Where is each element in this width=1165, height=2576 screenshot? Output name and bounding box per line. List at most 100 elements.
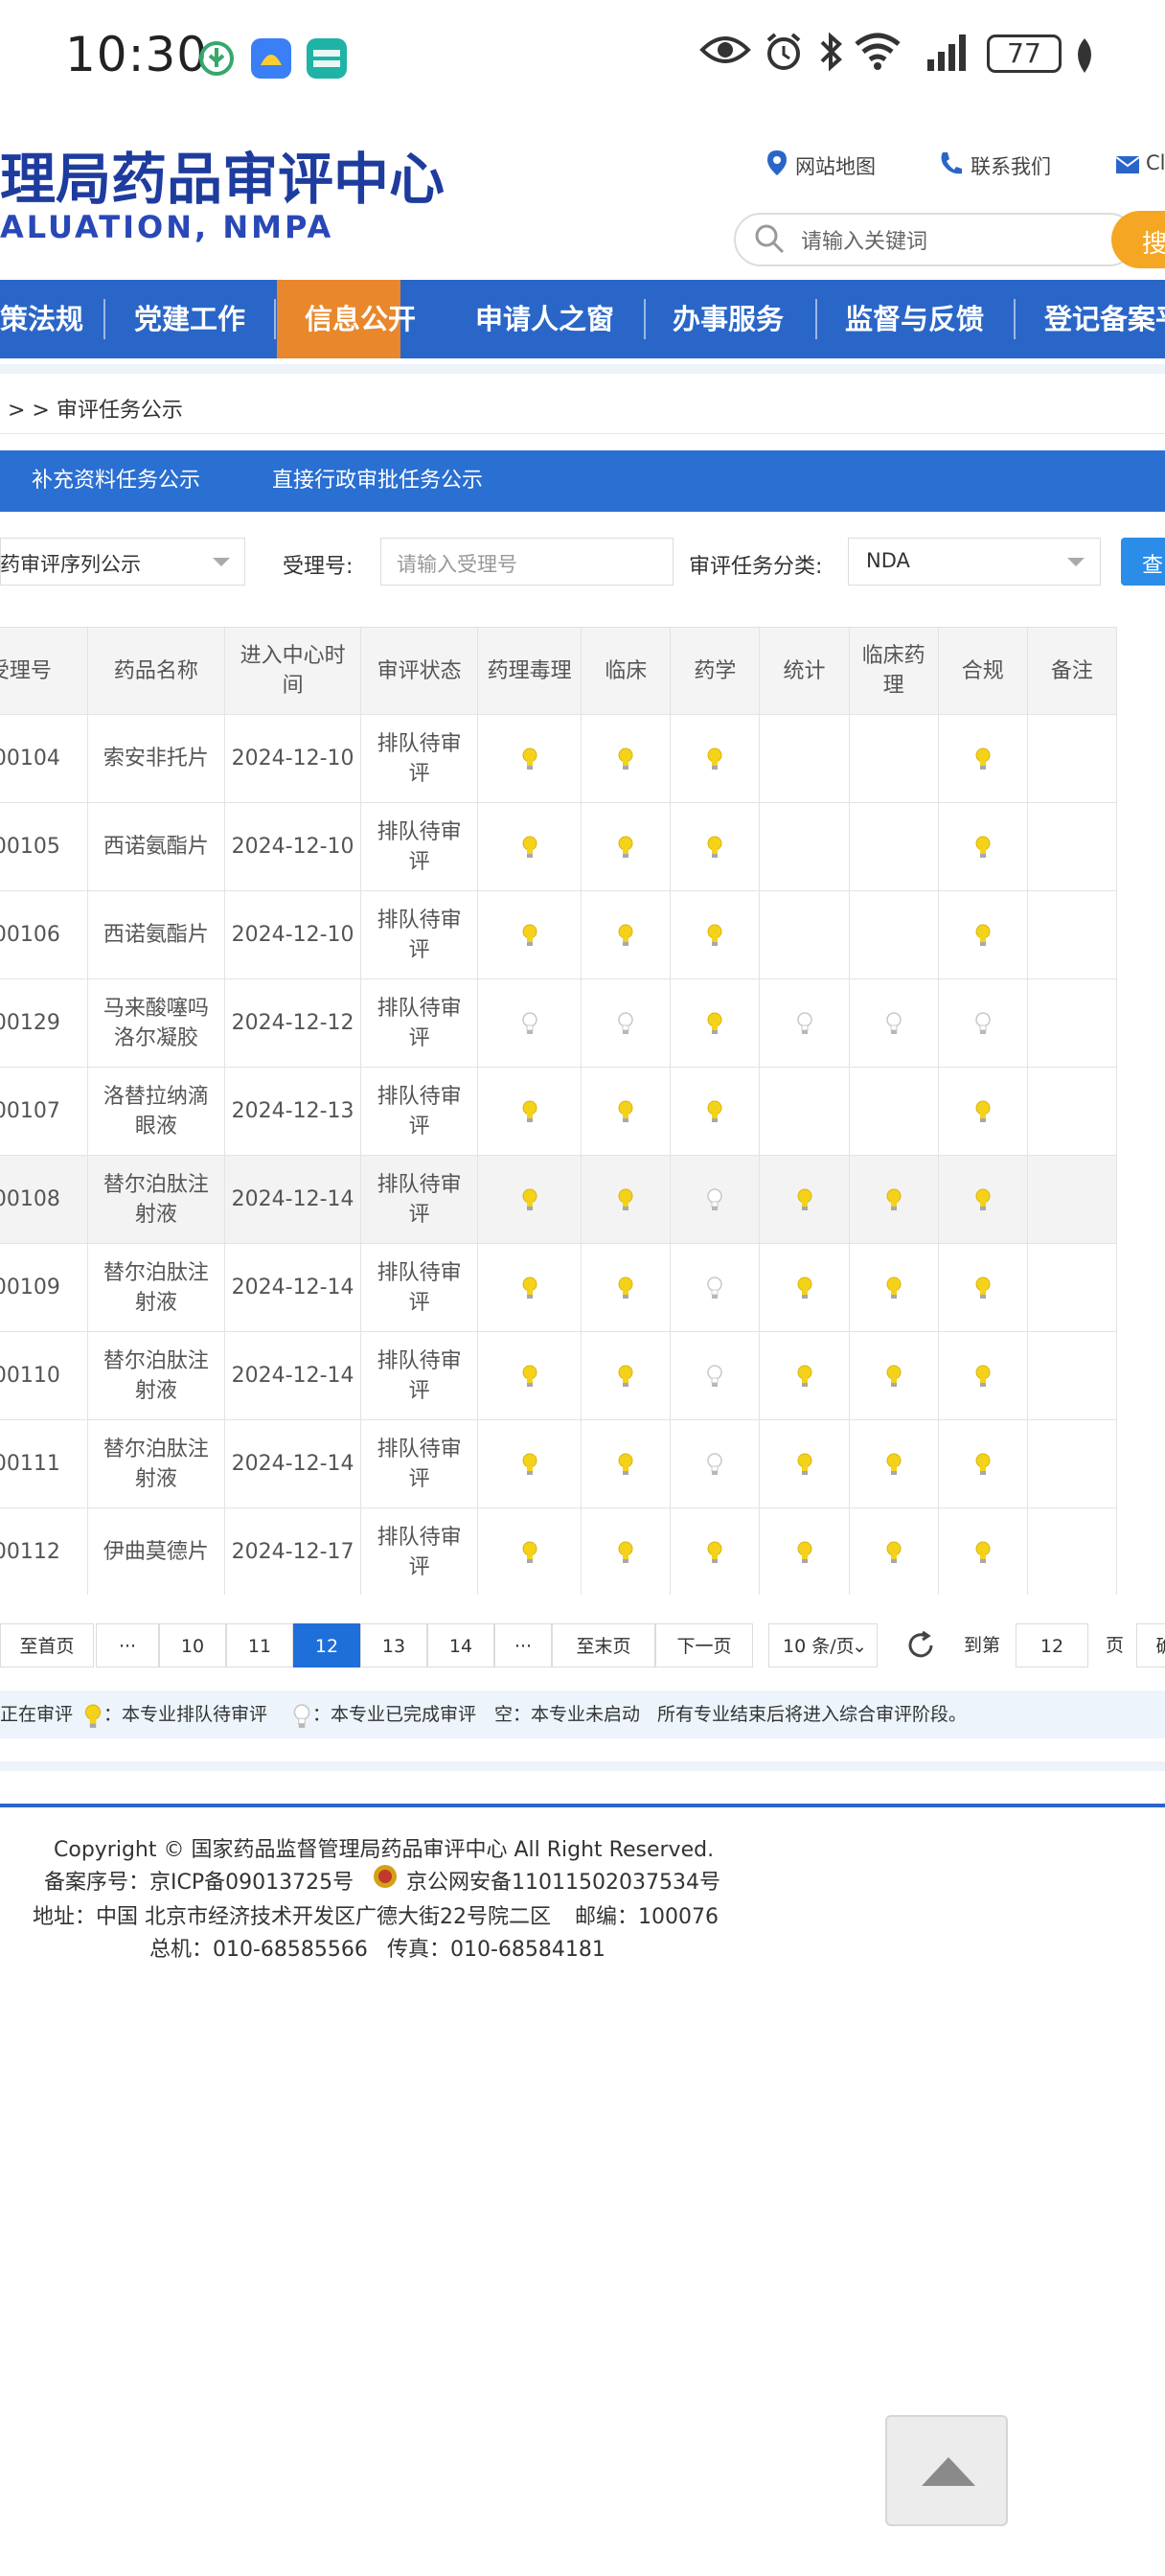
cell-discipline-status	[581, 1067, 672, 1156]
lightbulb-on-icon	[522, 1541, 537, 1563]
table-row[interactable]: 400109替尔泊肽注射液2024-12-14排队待审评	[0, 1243, 1118, 1332]
next-page-button[interactable]: 下一页	[655, 1623, 753, 1668]
confirm-page-button[interactable]: 确	[1136, 1623, 1165, 1668]
tab-supplementary[interactable]: 补充资料任务公示	[32, 450, 200, 512]
cell-discipline-status	[670, 1331, 761, 1420]
cell-discipline-status	[670, 1507, 761, 1595]
nav-item-registration[interactable]: 登记备案平	[1044, 280, 1165, 358]
status-time: 10:30	[65, 27, 209, 82]
table-row[interactable]: 400104索安非托片2024-12-10排队待审评	[0, 714, 1118, 803]
cell-discipline-status	[759, 1155, 850, 1244]
col-compliance: 合规	[937, 627, 1028, 715]
cell-discipline-status	[759, 1419, 850, 1508]
footer-police-record[interactable]: 京公网安备11011502037534号	[406, 1865, 720, 1896]
cell-discipline-status	[581, 1331, 672, 1420]
nav-item-policy[interactable]: 策法规	[0, 280, 83, 358]
cell-remarks	[1026, 714, 1118, 803]
lightbulb-on-icon	[797, 1453, 812, 1475]
eye-icon	[699, 31, 751, 73]
table-row[interactable]: 400129马来酸噻吗洛尔凝胶2024-12-12排队待审评	[0, 978, 1118, 1068]
nav-item-applicant[interactable]: 申请人之窗	[475, 280, 614, 358]
site-logo-title[interactable]: 理局药品审评中心	[0, 134, 445, 215]
breadcrumb[interactable]: > > 审评任务公示	[8, 393, 183, 424]
search-box[interactable]	[734, 213, 1136, 266]
goto-page-input[interactable]: 12	[1016, 1623, 1088, 1668]
cell-discipline-status	[848, 802, 939, 891]
cell-remarks	[1026, 1243, 1118, 1332]
table-row[interactable]: 400107洛替拉纳滴眼液2024-12-13排队待审评	[0, 1067, 1118, 1156]
lightbulb-on-icon	[797, 1541, 812, 1563]
cell-remarks	[1026, 978, 1118, 1068]
task-table-container: 受理号 药品名称 进入中心时间 审评状态 药理毒理 临床 药学 统计 临床药理 …	[0, 627, 1165, 1595]
nav-item-info-public[interactable]: 信息公开	[305, 280, 416, 358]
lightbulb-on-icon	[618, 1188, 633, 1210]
page-button[interactable]: 10	[159, 1623, 226, 1668]
footer-icp[interactable]: 备案序号：京ICP备09013725号	[44, 1865, 354, 1896]
cell-discipline-status	[848, 1243, 939, 1332]
refresh-icon[interactable]	[904, 1629, 937, 1666]
lightbulb-on-icon	[522, 836, 537, 858]
page-button[interactable]: 11	[226, 1623, 293, 1668]
table-row[interactable]: 400108替尔泊肽注射液2024-12-14排队待审评	[0, 1155, 1118, 1244]
table-row[interactable]: 400110替尔泊肽注射液2024-12-14排队待审评	[0, 1331, 1118, 1420]
lightbulb-on-icon	[707, 1541, 722, 1563]
arrow-up-icon	[922, 2457, 975, 2486]
table-row[interactable]: 400105西诺氨酯片2024-12-10排队待审评	[0, 802, 1118, 891]
lightbulb-on-icon	[707, 836, 722, 858]
nav-item-supervision[interactable]: 监督与反馈	[845, 280, 984, 358]
contact-link[interactable]: 联系我们	[971, 151, 1051, 180]
wifi-icon	[853, 31, 902, 77]
section-divider	[0, 364, 1165, 374]
lightbulb-on-icon	[886, 1453, 902, 1475]
search-input[interactable]: 请输入关键词	[801, 224, 927, 255]
cell-remarks	[1026, 1155, 1118, 1244]
cell-drug-name: 替尔泊肽注射液	[86, 1155, 225, 1244]
table-row[interactable]: 400111替尔泊肽注射液2024-12-14排队待审评	[0, 1419, 1118, 1508]
cell-discipline-status	[476, 1067, 582, 1156]
cell-discipline-status	[848, 1155, 939, 1244]
lightbulb-on-icon	[975, 836, 991, 858]
sitemap-link[interactable]: 网站地图	[795, 151, 876, 180]
lightbulb-on-icon	[707, 1100, 722, 1122]
table-row[interactable]: 400112伊曲莫德片2024-12-17排队待审评	[0, 1507, 1118, 1595]
col-clinical-pharm: 临床药理	[848, 627, 939, 715]
section-divider	[0, 1761, 1165, 1771]
page-button-current[interactable]: 12	[293, 1623, 360, 1668]
other-link[interactable]: Cl	[1146, 151, 1165, 174]
lightbulb-on-icon	[886, 1541, 902, 1563]
table-row[interactable]: 400106西诺氨酯片2024-12-10排队待审评	[0, 890, 1118, 979]
legend-note: 所有专业结束后将进入综合审评阶段。	[657, 1704, 968, 1725]
query-button[interactable]: 查	[1121, 538, 1165, 586]
sequence-select-value: 药审评序列公示	[0, 553, 141, 576]
cell-discipline-status	[937, 1419, 1028, 1508]
cell-accept-number: 400110	[0, 1331, 88, 1420]
tab-direct-approval[interactable]: 直接行政审批任务公示	[272, 450, 483, 512]
cell-discipline-status	[476, 1155, 582, 1244]
lightbulb-off-icon	[521, 1012, 537, 1034]
cell-discipline-status	[670, 714, 761, 803]
page-size-select[interactable]: 10 条/页 ⌄	[768, 1623, 878, 1668]
page-ellipsis[interactable]: ···	[494, 1623, 552, 1668]
cell-discipline-status	[848, 890, 939, 979]
search-button[interactable]: 搜	[1111, 211, 1165, 268]
back-to-top-button[interactable]	[885, 2415, 1008, 2526]
cell-discipline-status	[476, 890, 582, 979]
lightbulb-off-icon	[707, 1453, 723, 1475]
lightbulb-on-icon	[707, 924, 722, 946]
nav-item-services[interactable]: 办事服务	[673, 280, 784, 358]
bluetooth-icon	[816, 31, 845, 77]
leaf-icon	[1071, 36, 1098, 79]
page-ellipsis[interactable]: ···	[96, 1623, 159, 1668]
first-page-button[interactable]: 至首页	[0, 1623, 94, 1668]
footer-address: 地址：中国 北京市经济技术开发区广德大街22号院二区	[33, 1905, 551, 1929]
nav-item-party[interactable]: 党建工作	[134, 280, 245, 358]
page-button[interactable]: 14	[427, 1623, 494, 1668]
police-badge-icon	[372, 1863, 399, 1894]
last-page-button[interactable]: 至末页	[552, 1623, 655, 1668]
page-button[interactable]: 13	[360, 1623, 427, 1668]
cell-discipline-status	[581, 1243, 672, 1332]
cell-review-status: 排队待审评	[360, 1155, 478, 1244]
cell-discipline-status	[937, 890, 1028, 979]
cell-drug-name: 马来酸噻吗洛尔凝胶	[86, 978, 225, 1068]
cell-discipline-status	[476, 1331, 582, 1420]
